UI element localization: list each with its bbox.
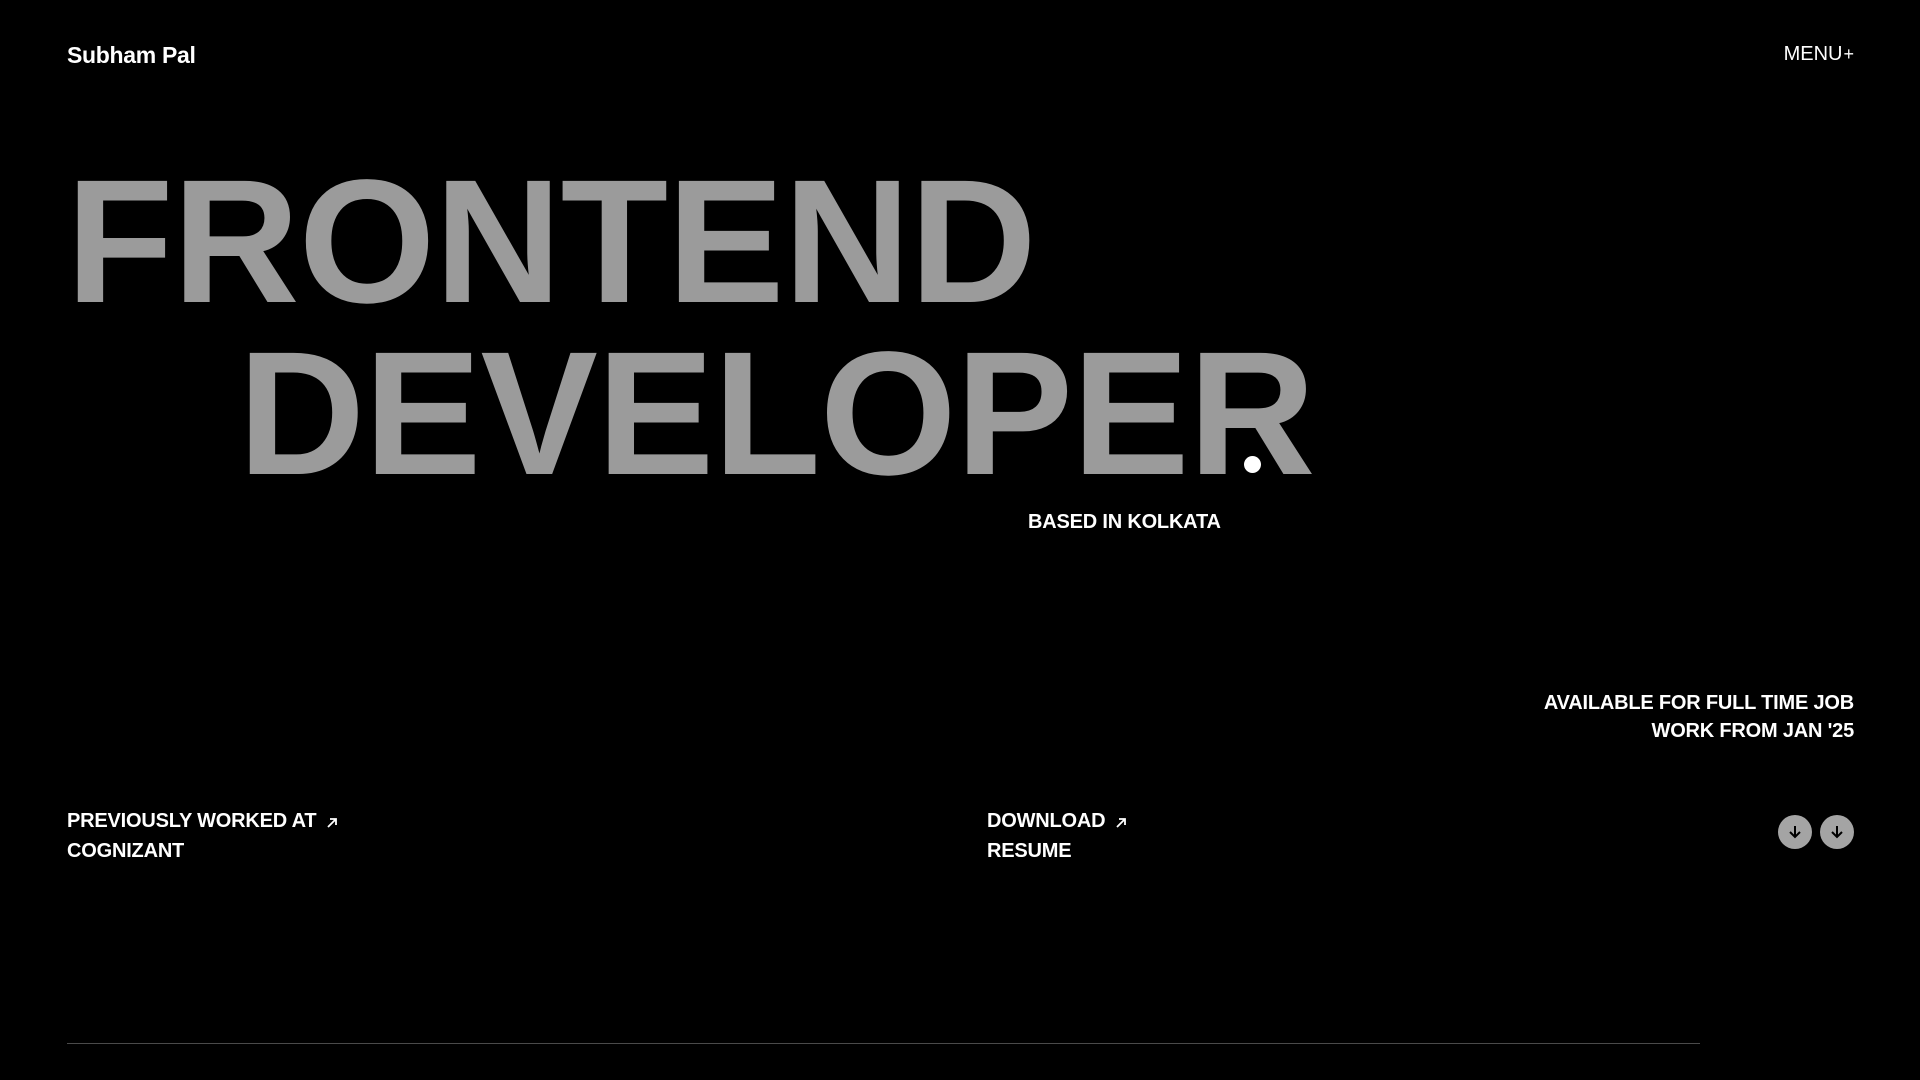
arrow-down-icon bbox=[1831, 826, 1843, 839]
download-resume-line-1: DOWNLOAD bbox=[987, 810, 1106, 832]
availability-info: AVAILABLE FOR FULL TIME JOB WORK FROM JA… bbox=[1544, 689, 1854, 745]
availability-line-1: AVAILABLE FOR FULL TIME JOB bbox=[1543, 692, 1854, 714]
page: Subham Pal MENU + FRONTEND DEVELOPER BAS… bbox=[0, 0, 1920, 1080]
plus-icon: + bbox=[1843, 44, 1854, 64]
hero-title-line-1: FRONTEND bbox=[66, 144, 1037, 340]
scroll-down-button-1[interactable] bbox=[1778, 815, 1812, 849]
availability-line-2: WORK FROM JAN '25 bbox=[1651, 720, 1855, 742]
section-divider bbox=[67, 1043, 1700, 1044]
scroll-buttons bbox=[1778, 815, 1854, 849]
previous-employer-link[interactable]: PREVIOUSLY WORKED AT COGNIZANT bbox=[67, 807, 338, 865]
menu-label: MENU bbox=[1783, 43, 1843, 65]
arrow-down-icon bbox=[1789, 826, 1801, 839]
download-resume-link[interactable]: DOWNLOAD RESUME bbox=[987, 807, 1127, 865]
previous-employer-line-1: PREVIOUSLY WORKED AT bbox=[67, 810, 317, 832]
scroll-down-button-2[interactable] bbox=[1820, 815, 1854, 849]
brand-logo-text[interactable]: Subham Pal bbox=[67, 42, 196, 69]
location-label: BASED IN KOLKATA bbox=[1028, 511, 1221, 533]
hero-title-line-2: DEVELOPER bbox=[238, 316, 1316, 512]
previous-employer-line-2: COGNIZANT bbox=[67, 840, 185, 862]
arrow-up-right-icon bbox=[1115, 809, 1127, 837]
menu-button[interactable]: MENU + bbox=[1784, 43, 1854, 66]
download-resume-line-2: RESUME bbox=[987, 840, 1072, 862]
arrow-up-right-icon bbox=[326, 809, 338, 837]
hero-dot-icon bbox=[1244, 456, 1261, 473]
